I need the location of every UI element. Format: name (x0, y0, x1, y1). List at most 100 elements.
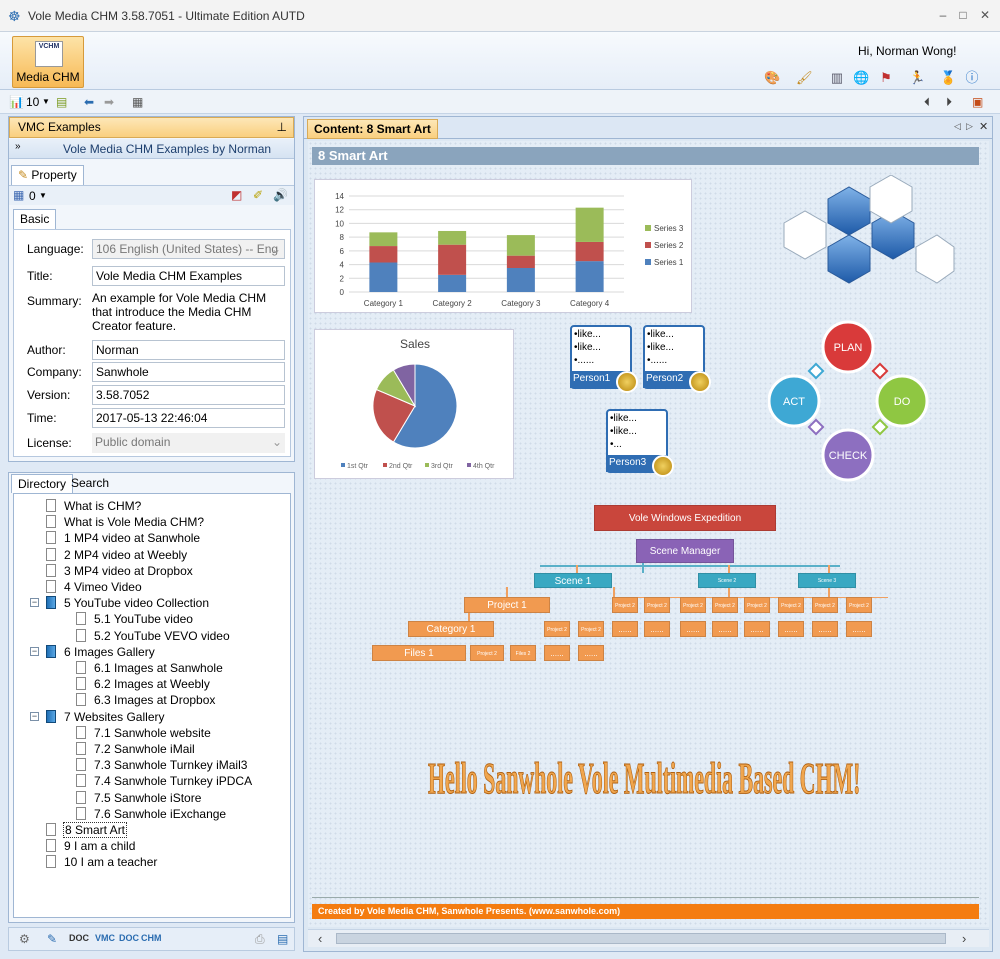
vmc-button[interactable]: VMC (95, 933, 115, 943)
summary-field[interactable]: An example for Vole Media CHM that intro… (92, 291, 288, 333)
palette-icon[interactable]: 🎨 (764, 70, 780, 86)
chevron-down-icon[interactable]: ▼ (42, 94, 50, 110)
nav-forward-icon[interactable]: ⏵ (946, 94, 952, 110)
forward-arrow-icon[interactable]: ➡ (104, 94, 114, 110)
language-select[interactable]: 106 English (United States) -- Eng ⌄ (92, 239, 285, 259)
tab-directory[interactable]: Directory (11, 474, 74, 493)
org-leaf-box: ...... (846, 621, 872, 637)
settings-icon[interactable]: ▤ (277, 932, 288, 946)
runner-icon[interactable]: 🏃 (909, 70, 925, 86)
tree-item[interactable]: 7.4 Sanwhole Turnkey iPDCA (94, 774, 252, 788)
document-view[interactable]: 8 Smart Art 0 2 4 6 8 10 12 14 Category 1 Categor… (308, 141, 989, 927)
tree-item[interactable]: 10 I am a teacher (64, 855, 157, 869)
org-leaf-box: ...... (578, 645, 604, 661)
tree-item[interactable]: 8 Smart Art (62, 822, 128, 838)
tab-close-icon[interactable]: ✕ (979, 120, 988, 133)
tree-item[interactable]: 9 I am a child (64, 839, 135, 853)
medal-icon[interactable]: 🏅 (940, 70, 956, 86)
title-field[interactable]: Vole Media CHM Examples (92, 266, 285, 286)
collapse-icon[interactable]: » (15, 141, 21, 152)
tab-basic[interactable]: Basic (13, 209, 57, 229)
property-count[interactable]: 0 (29, 189, 36, 203)
org-manager-box: Scene Manager (636, 539, 734, 563)
info-icon[interactable]: ⓘ (964, 70, 980, 86)
globe-icon[interactable]: 🌐 (853, 70, 869, 86)
collapse-toggle[interactable]: − (30, 711, 39, 721)
tree-item[interactable]: 7.5 Sanwhole iStore (94, 791, 201, 805)
folder-icon[interactable]: ▦ (13, 188, 24, 202)
version-field[interactable]: 3.58.7052 (92, 385, 285, 405)
tree-item[interactable]: 2 MP4 video at Weebly (64, 548, 187, 562)
company-field[interactable]: Sanwhole (92, 362, 285, 382)
tree-item[interactable]: 6.1 Images at Sanwhole (94, 661, 223, 675)
tab-property[interactable]: ✎ Property (11, 165, 84, 185)
chm-button[interactable]: CHM (141, 933, 162, 943)
page-icon (46, 547, 56, 561)
count-dropdown[interactable]: 10 (26, 94, 39, 110)
media-chm-app-button[interactable]: VCHM Media CHM (12, 36, 84, 88)
tree-item[interactable]: 5.1 YouTube video (94, 612, 193, 626)
page-icon (46, 855, 56, 869)
tree-item[interactable]: 5 YouTube video Collection (64, 596, 209, 610)
person-card: •like... •like... •... Person3 (606, 409, 674, 477)
y-tick-label: 14 (335, 192, 344, 201)
chevron-down-icon[interactable]: ▼ (39, 191, 47, 200)
columns-icon[interactable]: ▥ (829, 70, 845, 86)
back-arrow-icon[interactable]: ⬅ (84, 94, 94, 110)
tree-item[interactable]: 1 MP4 video at Sanwhole (64, 531, 200, 545)
layout-icon[interactable]: ▤ (56, 94, 67, 110)
examples-bar[interactable]: » Vole Media CHM Examples by Norman (9, 139, 294, 159)
tree-item[interactable]: 7.1 Sanwhole website (94, 726, 211, 740)
person-card: •like... •like... •...... Person1 (570, 325, 638, 393)
tree-item[interactable]: 7.2 Sanwhole iMail (94, 742, 195, 756)
speaker-icon[interactable]: 🔊 (273, 188, 288, 202)
tree-item[interactable]: 6.3 Images at Dropbox (94, 693, 215, 707)
close-button[interactable]: ✕ (976, 6, 994, 24)
word-art-graphic: Hello Sanwhole Vole Multimedia Based CHM… (428, 754, 861, 804)
tree-item[interactable]: 7.3 Sanwhole Turnkey iMail3 (94, 758, 247, 772)
tab-search[interactable]: Search (71, 476, 109, 490)
tab-content[interactable]: Content: 8 Smart Art (307, 119, 438, 139)
doc-edit-icon[interactable]: ✎ (47, 932, 57, 946)
page-icon (76, 742, 86, 755)
doc-icon[interactable]: DOC (69, 933, 89, 943)
tree-item[interactable]: 3 MP4 video at Dropbox (64, 564, 193, 578)
scroll-left-icon[interactable]: ‹ (318, 931, 322, 946)
tab-left-icon[interactable]: ◁ (954, 121, 961, 132)
doc-button[interactable]: DOC (119, 933, 139, 943)
office-icon[interactable]: ◩ (231, 188, 242, 202)
tree-item[interactable]: 6 Images Gallery (64, 645, 155, 659)
tree-item[interactable]: What is Vole Media CHM? (64, 515, 204, 529)
tree-item[interactable]: 7.6 Sanwhole iExchange (94, 807, 226, 821)
collapse-toggle[interactable]: − (30, 598, 39, 608)
y-tick-label: 10 (335, 219, 344, 228)
property-grid: Language: 106 English (United States) --… (13, 229, 291, 457)
maximize-button[interactable]: □ (954, 6, 972, 24)
license-select[interactable]: Public domain ⌄ (92, 433, 285, 453)
tree-item[interactable]: What is CHM? (64, 499, 141, 513)
collapse-toggle[interactable]: − (30, 646, 39, 656)
export-icon[interactable]: ⎙ (255, 932, 265, 947)
tab-right-icon[interactable]: ▷ (966, 121, 973, 132)
tree-item[interactable]: 5.2 YouTube VEVO video (94, 629, 230, 643)
powerpoint-icon[interactable]: ▣ (972, 94, 983, 110)
edit-icon[interactable]: ✐ (253, 188, 263, 202)
tree-item[interactable]: 7 Websites Gallery (64, 710, 164, 724)
flag-icon[interactable]: ⚑ (878, 70, 894, 86)
org-scene-box: Scene 3 (798, 573, 856, 588)
tree-item[interactable]: 4 Vimeo Video (64, 580, 142, 594)
author-field[interactable]: Norman (92, 340, 285, 360)
print-icon[interactable]: ▦ (132, 94, 143, 110)
minimize-button[interactable]: – (934, 6, 952, 24)
wrench-icon[interactable]: ⚙ (19, 932, 30, 946)
nav-back-icon[interactable]: ⏴ (924, 94, 930, 110)
pin-icon[interactable]: ⊥ (277, 118, 287, 137)
brush-icon[interactable]: 🖌 (796, 70, 813, 86)
scroll-thumb[interactable] (336, 933, 946, 944)
page-icon (46, 563, 56, 577)
tree-item[interactable]: 6.2 Images at Weebly (94, 677, 210, 691)
time-field[interactable]: 2017-05-13 22:46:04 (92, 408, 285, 428)
chart-icon[interactable]: 📊 (9, 94, 24, 110)
scroll-right-icon[interactable]: › (962, 931, 966, 946)
horizontal-scrollbar[interactable]: ‹ › (308, 929, 989, 947)
